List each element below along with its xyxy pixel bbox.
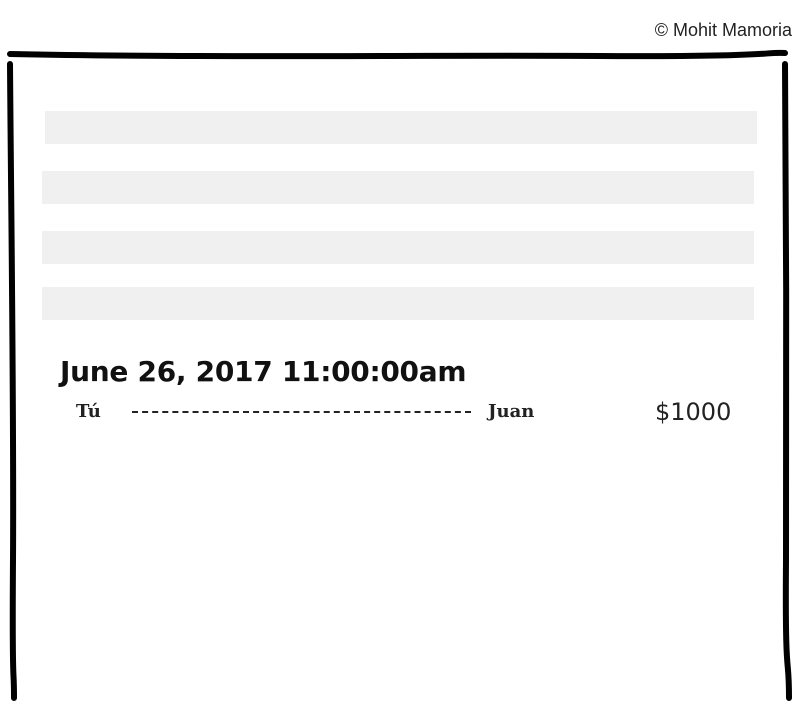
copyright-notice: © Mohit Mamoria xyxy=(654,20,792,40)
placeholder-bar xyxy=(42,171,754,204)
placeholder-bar xyxy=(42,231,754,264)
placeholder-bar xyxy=(45,111,757,144)
transaction-amount: $1000 xyxy=(655,398,732,426)
frame-top-border xyxy=(7,49,788,60)
transaction-receiver: Juan xyxy=(488,401,535,422)
transfer-connector-line xyxy=(132,411,471,413)
transaction-datetime: June 26, 2017 11:00:00am xyxy=(60,355,467,388)
frame-right-border xyxy=(782,61,792,701)
frame-left-border xyxy=(7,61,17,701)
transaction-sender: Tú xyxy=(76,401,101,422)
transaction-row: Tú Juan $1000 xyxy=(0,398,812,434)
placeholder-bar xyxy=(42,287,754,320)
